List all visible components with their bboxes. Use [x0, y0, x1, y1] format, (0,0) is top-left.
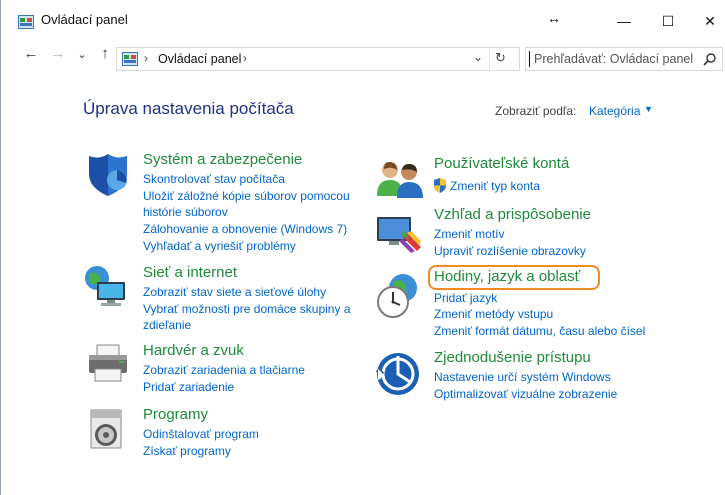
link-devices-printers[interactable]: Zobraziť zariadenia a tlačiarne	[143, 362, 305, 378]
link-add-language[interactable]: Pridať jazyk	[434, 290, 497, 306]
up-button[interactable]: ↑	[95, 45, 115, 62]
address-dropdown-button[interactable]: ⌄	[473, 50, 483, 64]
search-input[interactable]	[529, 51, 694, 67]
link-file-history-backup[interactable]: Uložiť záložné kópie súborov pomocou	[143, 188, 350, 204]
appearance-icon[interactable]	[375, 213, 425, 255]
resize-cursor-icon: ↔	[547, 10, 561, 26]
window-title: Ovládací panel	[41, 12, 128, 27]
link-change-account-type[interactable]: Zmeniť typ konta	[450, 178, 540, 194]
address-bar[interactable]: › Ovládací panel › ⌄ ↻	[116, 47, 520, 71]
breadcrumb-separator[interactable]: ›	[243, 51, 247, 65]
link-adjust-resolution[interactable]: Upraviť rozlíšenie obrazovky	[434, 243, 586, 259]
back-button[interactable]: ←	[21, 45, 41, 62]
link-add-device[interactable]: Pridať zariadenie	[143, 379, 234, 395]
category-hardware-sound[interactable]: Hardvér a zvuk	[143, 342, 244, 359]
programs-icon[interactable]	[87, 408, 127, 452]
caret-down-icon[interactable]: ▼	[644, 104, 653, 114]
category-appearance-personalization[interactable]: Vzhľad a prispôsobenie	[434, 206, 591, 223]
link-uninstall-program[interactable]: Odinštalovať program	[143, 426, 259, 442]
link-backup-restore-win7[interactable]: Zálohovanie a obnovenie (Windows 7)	[143, 221, 347, 237]
link-homegroup-options[interactable]: Vybrať možnosti pre domáce skupiny a	[143, 301, 351, 317]
maximize-button[interactable]: ☐	[648, 8, 688, 34]
refresh-button[interactable]: ↻	[495, 50, 506, 66]
category-system-security[interactable]: Systém a zabezpečenie	[143, 151, 302, 168]
title-bar: Ovládací panel ↔ — ☐ ✕	[1, 0, 725, 40]
link-get-programs[interactable]: Získať programy	[143, 443, 231, 459]
link-change-theme[interactable]: Zmeniť motív	[434, 226, 505, 242]
network-globe-icon[interactable]	[83, 264, 131, 308]
uac-shield-icon	[434, 178, 446, 193]
breadcrumb-control-panel[interactable]: Ovládací panel	[158, 52, 241, 66]
forward-button[interactable]: →	[48, 45, 68, 62]
link-homegroup-options-cont[interactable]: zdieľanie	[143, 317, 191, 333]
link-change-date-time-format[interactable]: Zmeniť formát dátumu, času alebo čísel	[434, 323, 645, 339]
link-file-history-backup-cont[interactable]: histórie súborov	[143, 204, 228, 220]
view-by-label: Zobraziť podľa:	[495, 104, 577, 118]
control-panel-window: Ovládací panel ↔ — ☐ ✕ ← → ⌄ ↑ › Ovládac…	[0, 0, 725, 495]
breadcrumb-separator[interactable]: ›	[144, 51, 148, 65]
category-clock-language-region[interactable]: Hodiny, jazyk a oblasť	[434, 268, 580, 285]
link-optimize-visual-display[interactable]: Optimalizovať vizuálne zobrazenie	[434, 386, 617, 402]
category-ease-of-access[interactable]: Zjednodušenie prístupu	[434, 349, 591, 366]
category-network-internet[interactable]: Sieť a internet	[143, 264, 237, 281]
link-find-fix-problems[interactable]: Vyhľadať a vyriešiť problémy	[143, 238, 296, 254]
address-divider	[489, 48, 490, 70]
link-network-status[interactable]: Zobraziť stav siete a sieťové úlohy	[143, 284, 326, 300]
security-shield-icon[interactable]	[85, 152, 131, 198]
control-panel-icon	[18, 15, 34, 29]
close-button[interactable]: ✕	[690, 8, 725, 34]
control-panel-icon	[122, 52, 138, 66]
link-check-computer-status[interactable]: Skontrolovať stav počítača	[143, 171, 285, 187]
search-box[interactable]	[525, 47, 723, 71]
link-change-input-methods[interactable]: Zmeniť metódy vstupu	[434, 306, 553, 322]
view-by-dropdown[interactable]: Kategória	[589, 104, 640, 118]
search-icon[interactable]	[703, 52, 717, 66]
ease-of-access-icon[interactable]	[376, 352, 420, 396]
printer-icon[interactable]	[85, 343, 131, 385]
category-user-accounts[interactable]: Používateľské kontá	[434, 155, 569, 172]
link-let-windows-suggest[interactable]: Nastavenie určí systém Windows	[434, 369, 611, 385]
minimize-button[interactable]: —	[604, 8, 644, 34]
clock-language-region-icon[interactable]	[375, 272, 423, 320]
category-programs[interactable]: Programy	[143, 406, 208, 423]
user-accounts-icon[interactable]	[375, 158, 425, 198]
page-title: Úprava nastavenia počítača	[83, 99, 294, 118]
recent-locations-button[interactable]: ⌄	[72, 48, 92, 61]
